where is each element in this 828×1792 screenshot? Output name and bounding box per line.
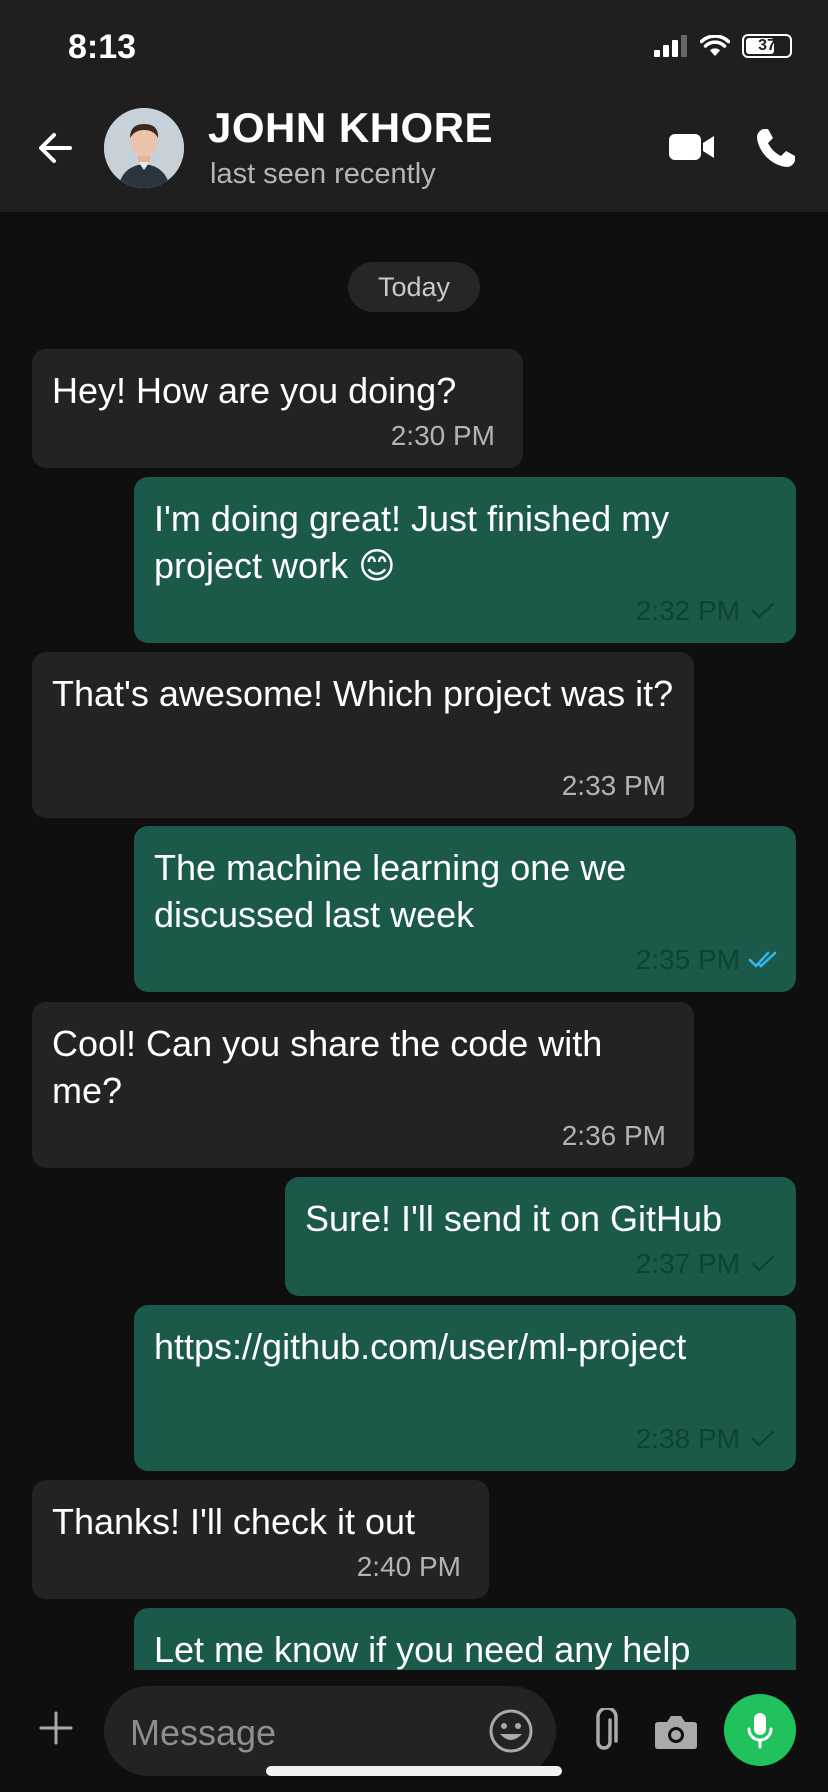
message-time: 2:30 PM <box>390 420 495 451</box>
message-time: 2:37 PM <box>635 1248 740 1279</box>
message-time: 2:35 PM <box>635 944 740 975</box>
status-icons: 37 <box>654 34 792 58</box>
message-text: I'm doing great! Just finished my projec… <box>154 498 670 586</box>
message-text: Let me know if you need any help <box>154 1629 691 1670</box>
message-meta: 2:37 PM <box>636 1248 778 1280</box>
phone-call-icon[interactable] <box>754 126 798 170</box>
message-bubble-outgoing[interactable]: Sure! I'll send it on GitHub 2:37 PM <box>285 1177 796 1296</box>
message-time: 2:32 PM <box>635 595 740 626</box>
message-field[interactable] <box>104 1686 556 1776</box>
message-time: 2:36 PM <box>561 1120 666 1151</box>
camera-icon[interactable] <box>654 1714 698 1750</box>
message-meta: 2:38 PM <box>636 1423 778 1455</box>
home-indicator[interactable] <box>266 1766 562 1776</box>
message-text: Sure! I'll send it on GitHub <box>305 1198 723 1239</box>
message-text: Hey! How are you doing? <box>52 370 457 411</box>
sent-check-icon <box>751 1430 775 1447</box>
avatar-photo <box>104 108 184 188</box>
microphone-button[interactable] <box>724 1694 796 1766</box>
sent-check-icon <box>751 602 775 619</box>
plus-icon[interactable] <box>38 1710 74 1746</box>
message-bubble-incoming[interactable]: Thanks! I'll check it out 2:40 PM <box>32 1480 489 1599</box>
message-time: 2:38 PM <box>635 1423 740 1454</box>
status-time: 8:13 <box>68 28 137 66</box>
message-bubble-incoming[interactable]: Cool! Can you share the code with me? 2:… <box>32 1002 694 1168</box>
message-meta: 2:33 PM <box>562 770 666 802</box>
message-text: Thanks! I'll check it out <box>52 1501 416 1542</box>
battery-percentage: 37 <box>758 37 776 54</box>
message-text: The machine learning one we discussed la… <box>154 847 627 935</box>
paperclip-icon[interactable] <box>588 1708 622 1756</box>
message-text: Cool! Can you share the code with me? <box>52 1023 603 1111</box>
message-bubble-outgoing[interactable]: https://github.com/user/ml-project 2:38 … <box>134 1305 796 1471</box>
message-input[interactable] <box>128 1710 462 1756</box>
message-meta: 2:35 PM <box>636 944 778 976</box>
message-link-text[interactable]: https://github.com/user/ml-project <box>154 1323 776 1370</box>
sent-check-icon <box>751 1255 775 1272</box>
message-bubble-outgoing[interactable]: The machine learning one we discussed la… <box>134 826 796 992</box>
read-double-check-icon <box>748 951 777 968</box>
battery-icon: 37 <box>742 34 792 58</box>
message-time: 2:33 PM <box>561 770 666 801</box>
contact-name[interactable]: JOHN KHORE <box>208 104 493 152</box>
date-separator: Today <box>348 262 480 312</box>
message-time: 2:40 PM <box>356 1551 461 1582</box>
status-bar: 8:13 37 <box>0 0 828 96</box>
contact-last-seen: last seen recently <box>210 158 436 190</box>
signal-icon <box>654 35 687 57</box>
wifi-icon <box>700 35 730 56</box>
message-bubble-outgoing[interactable]: I'm doing great! Just finished my projec… <box>134 477 796 643</box>
message-meta: 2:36 PM <box>562 1120 666 1152</box>
back-arrow-icon[interactable] <box>34 126 78 170</box>
contact-avatar[interactable] <box>104 108 184 188</box>
message-bubble-incoming[interactable]: Hey! How are you doing? 2:30 PM <box>32 349 523 468</box>
chat-header: JOHN KHORE last seen recently <box>0 96 828 212</box>
message-meta: 2:32 PM <box>636 595 778 627</box>
emoji-icon[interactable] <box>488 1708 534 1754</box>
message-bubble-incoming[interactable]: That's awesome! Which project was it? 2:… <box>32 652 694 818</box>
message-meta: 2:40 PM <box>357 1551 461 1583</box>
video-call-icon[interactable] <box>668 130 716 164</box>
microphone-icon <box>747 1713 773 1749</box>
message-meta: 2:30 PM <box>391 420 495 452</box>
message-text: That's awesome! Which project was it? <box>52 673 674 714</box>
